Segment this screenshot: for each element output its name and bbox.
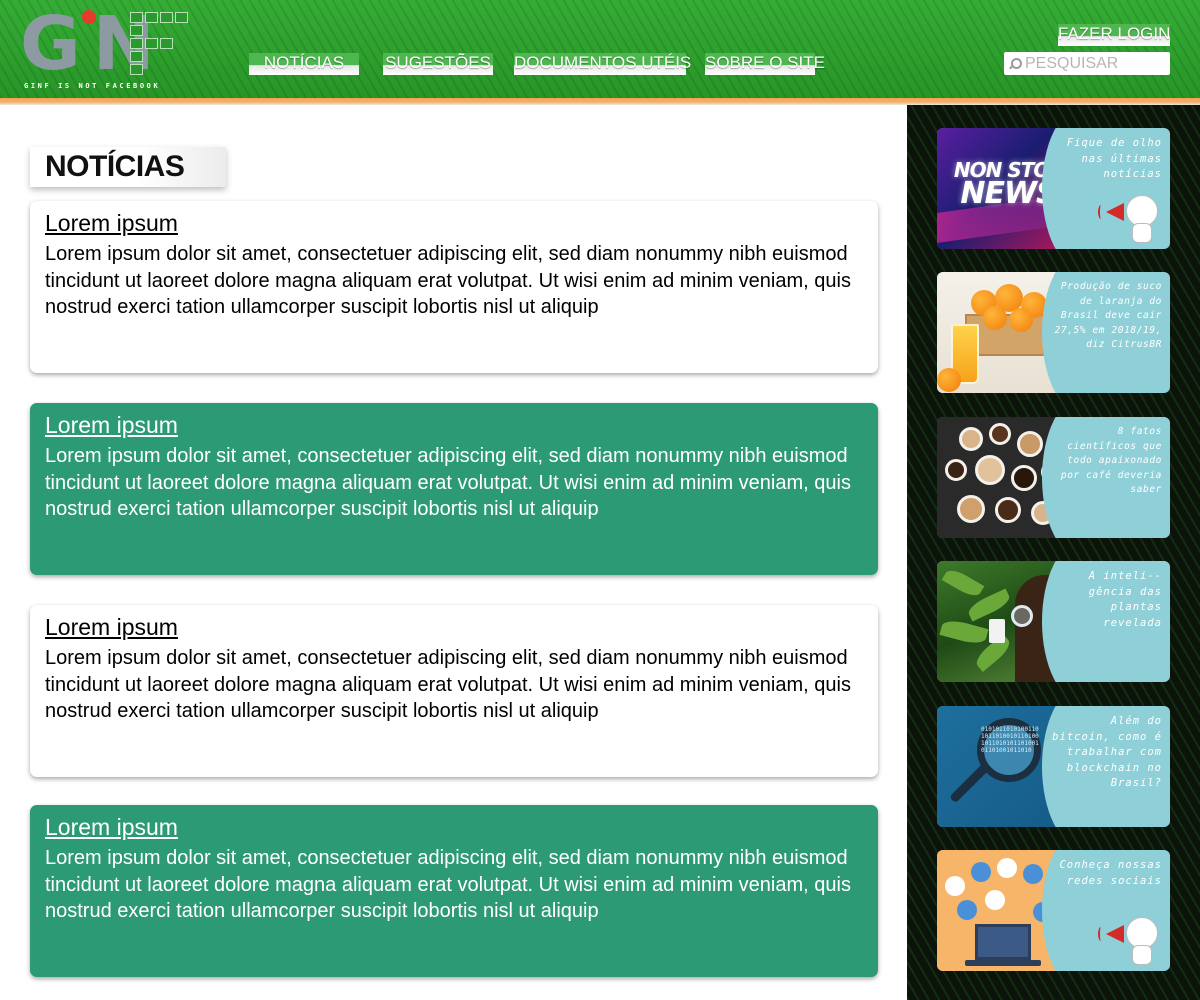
tile-caption: A inteli--gência das plantas revelada	[1088, 570, 1162, 629]
page-title: NOTÍCIAS	[30, 147, 226, 187]
search-icon	[1008, 57, 1022, 71]
news-card-title-link[interactable]: Lorem ipsum	[45, 209, 178, 237]
news-card-title-link[interactable]: Lorem ipsum	[45, 411, 178, 439]
sidebar-tile-blockchain[interactable]: 0101011010100110101101001011010010110101…	[937, 706, 1170, 827]
tile-caption: Além do bitcoin, como é trabalhar com bl…	[1052, 715, 1162, 789]
logo-f-grid	[130, 12, 190, 76]
news-card-text: Lorem ipsum dolor sit amet, consectetuer…	[45, 647, 851, 722]
sidebar-tile-social[interactable]: Conheça nossas redes sociais	[937, 850, 1170, 971]
news-card: Lorem ipsum Lorem ipsum dolor sit amet, …	[30, 605, 878, 777]
search-input[interactable]	[1025, 53, 1165, 74]
nav-documentos-uteis[interactable]: DOCUMENTOS UTÉIS	[514, 53, 691, 75]
tile-caption: 8 fatos científicos que todo apaixonado …	[1060, 426, 1162, 495]
sidebar-tile-news[interactable]: NON STOP NEWS Fique de olho nas últimas …	[937, 128, 1170, 249]
nav-sugestoes[interactable]: SUGESTÕES	[383, 53, 493, 75]
nav-sobre-o-site[interactable]: SOBRE O SITE	[705, 53, 825, 75]
logo-dot	[82, 10, 96, 24]
news-card: Lorem ipsum Lorem ipsum dolor sit amet, …	[30, 403, 878, 575]
news-card-title-link[interactable]: Lorem ipsum	[45, 813, 178, 841]
nav-noticias[interactable]: NOTÍCIAS	[249, 53, 359, 75]
login-button[interactable]: FAZER LOGIN	[1058, 24, 1170, 46]
binary-digits: 0101011010100110101101001011010010110101…	[981, 726, 1039, 754]
news-card-text: Lorem ipsum dolor sit amet, consectetuer…	[45, 243, 851, 318]
news-card: Lorem ipsum Lorem ipsum dolor sit amet, …	[30, 201, 878, 373]
header-accent-stripe	[0, 98, 1200, 105]
news-card-text: Lorem ipsum dolor sit amet, consectetuer…	[45, 847, 851, 922]
search-box[interactable]	[1004, 52, 1170, 75]
site-logo[interactable]: GN GINF IS NOT FACEBOOK	[20, 7, 192, 92]
tile-caption: Produção de suco de laranja do Brasil de…	[1054, 281, 1162, 350]
logo-tagline: GINF IS NOT FACEBOOK	[24, 82, 161, 90]
news-card: Lorem ipsum Lorem ipsum dolor sit amet, …	[30, 805, 878, 977]
sidebar-tile-coffee[interactable]: 8 fatos científicos que todo apaixonado …	[937, 417, 1170, 538]
news-card-text: Lorem ipsum dolor sit amet, consectetuer…	[45, 445, 851, 520]
site-header: GN GINF IS NOT FACEBOOK NOTÍCIAS SUGESTÕ…	[0, 0, 1200, 98]
tile-caption: Conheça nossas redes sociais	[1059, 859, 1162, 887]
tile-caption: Fique de olho nas últimas notícias	[1066, 137, 1162, 180]
megaphone-mascot-icon	[1098, 195, 1158, 245]
sidebar-tile-plants[interactable]: A inteli--gência das plantas revelada	[937, 561, 1170, 682]
sidebar-tile-orange-juice[interactable]: Produção de suco de laranja do Brasil de…	[937, 272, 1170, 393]
news-card-title-link[interactable]: Lorem ipsum	[45, 613, 178, 641]
megaphone-mascot-icon	[1098, 917, 1158, 967]
